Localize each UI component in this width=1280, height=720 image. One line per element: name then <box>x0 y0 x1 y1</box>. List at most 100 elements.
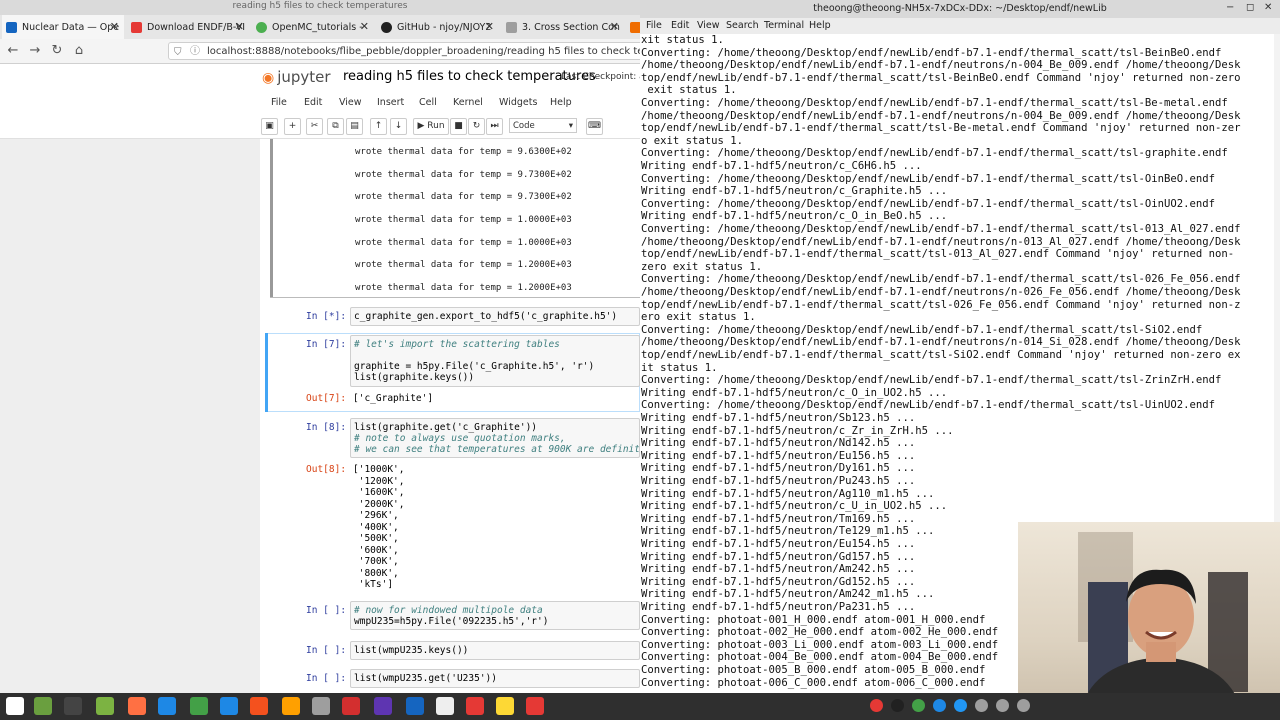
terminal-line: Writing endf-b7.1-hdf5/neutron/c_C6H6.h5… <box>641 160 922 172</box>
tab-download-endf[interactable]: Download ENDF/B-VI ✕ <box>127 15 249 39</box>
terminal-menu-terminal[interactable]: Terminal <box>764 20 804 31</box>
menu-widgets[interactable]: Widgets <box>499 97 537 108</box>
forward-icon[interactable]: → <box>26 42 44 60</box>
zoom-icon[interactable] <box>933 699 946 712</box>
terminal-line: Converting: photoat-004_Be_000.endf atom… <box>641 651 999 664</box>
terminal-line: ero exit status 1. <box>641 311 756 324</box>
copy-icon[interactable]: ⧉ <box>327 118 344 135</box>
system-monitor-icon[interactable] <box>158 697 176 715</box>
maximize-icon[interactable]: ◻ <box>1246 2 1254 13</box>
terminal-line: xit status 1. <box>641 34 724 46</box>
cell-type-select[interactable]: Code ▾ <box>509 118 577 133</box>
presentation-icon[interactable] <box>250 697 268 715</box>
add-cell-icon[interactable]: + <box>284 118 301 135</box>
terminal-line: Writing endf-b7.1-hdf5/neutron/Gd157.h5 … <box>641 550 916 563</box>
close-icon[interactable]: ✕ <box>360 20 369 33</box>
code-cell-input[interactable]: list(wmpU235.get('U235')) <box>350 669 640 688</box>
menu-insert[interactable]: Insert <box>377 97 404 108</box>
app-icon[interactable] <box>282 697 300 715</box>
back-icon[interactable]: ← <box>4 42 22 60</box>
text-editor-icon[interactable] <box>312 697 330 715</box>
code-cell-input[interactable]: list(graphite.get('c_Graphite')) # note … <box>350 418 640 458</box>
tray-icon[interactable] <box>891 699 904 712</box>
terminal-line: Writing endf-b7.1-hdf5/neutron/Am242_m1.… <box>641 588 935 601</box>
code-cell-input[interactable]: # let's import the scattering tables gra… <box>350 335 640 387</box>
terminal-menu-edit[interactable]: Edit <box>671 20 689 31</box>
restart-icon[interactable]: ↻ <box>468 118 485 135</box>
close-icon[interactable]: ✕ <box>235 20 244 33</box>
webcam-overlay <box>1018 522 1280 720</box>
terminal-menu-search[interactable]: Search <box>726 20 759 31</box>
tab-partial[interactable] <box>626 15 640 39</box>
stop-icon[interactable]: ■ <box>450 118 467 135</box>
terminal-icon[interactable] <box>64 697 82 715</box>
home-icon[interactable]: ⌂ <box>70 42 88 60</box>
close-icon[interactable]: ✕ <box>610 20 619 33</box>
tab-nuclear-data[interactable]: Nuclear Data — Ope ✕ <box>2 15 124 39</box>
network-icon[interactable] <box>996 699 1009 712</box>
run-button[interactable]: ▶ Run <box>413 118 449 135</box>
code-cell-input[interactable]: list(wmpU235.keys()) <box>350 641 640 660</box>
menu-view[interactable]: View <box>339 97 362 108</box>
fast-forward-icon[interactable]: ⏭ <box>486 118 503 135</box>
url-bar[interactable]: ⛉ ⓘ localhost:8888/notebooks/flibe_pebbl… <box>168 42 640 60</box>
app-icon[interactable] <box>466 697 484 715</box>
output-prompt: Out[8]: <box>306 464 347 475</box>
notebook-title[interactable]: reading h5 files to check temperatures <box>343 69 596 84</box>
save-icon[interactable]: ▣ <box>261 118 278 135</box>
close-icon[interactable]: ✕ <box>110 20 119 33</box>
app-icon[interactable] <box>436 697 454 715</box>
info-icon: ⓘ <box>190 46 200 57</box>
folder-icon[interactable] <box>96 697 114 715</box>
terminal-menu-view[interactable]: View <box>697 20 720 31</box>
tray-icon[interactable] <box>870 699 883 712</box>
move-up-icon[interactable]: ↑ <box>370 118 387 135</box>
bluetooth-icon[interactable] <box>954 699 967 712</box>
shield-icon: ⛉ <box>174 47 182 58</box>
move-down-icon[interactable]: ↓ <box>390 118 407 135</box>
reload-icon[interactable]: ↻ <box>48 42 66 60</box>
terminal-menu-help[interactable]: Help <box>809 20 831 31</box>
terminal-line: Writing endf-b7.1-hdf5/neutron/c_O_in_Be… <box>641 210 948 223</box>
menu-kernel[interactable]: Kernel <box>453 97 483 108</box>
firefox-icon[interactable] <box>128 697 146 715</box>
files-icon[interactable] <box>34 697 52 715</box>
menu-file[interactable]: File <box>271 97 287 108</box>
cut-icon[interactable]: ✂ <box>306 118 323 135</box>
terminal-line: /home/theoong/Desktop/endf/newLib/endf-b… <box>641 235 1241 248</box>
app-icon[interactable] <box>374 697 392 715</box>
menu-cell[interactable]: Cell <box>419 97 437 108</box>
app-icon[interactable] <box>406 697 424 715</box>
tab-openmc-tutorials[interactable]: OpenMC_tutorials - ✕ <box>252 15 374 39</box>
whatsapp-icon[interactable] <box>912 699 925 712</box>
tab-github-njoy[interactable]: GitHub - njoy/NJOY2 ✕ <box>377 15 499 39</box>
terminal-line: /home/theoong/Desktop/endf/newLib/endf-b… <box>641 336 1241 349</box>
close-icon[interactable]: ✕ <box>485 20 494 33</box>
terminal-line: top/endf/newLib/endf-b7.1-endf/thermal_s… <box>641 122 1241 135</box>
menu-edit[interactable]: Edit <box>304 97 322 108</box>
volume-icon[interactable] <box>1017 699 1030 712</box>
app-icon[interactable] <box>496 697 514 715</box>
code-cell-input[interactable]: c_graphite_gen.export_to_hdf5('c_graphit… <box>350 307 640 326</box>
document-icon[interactable] <box>220 697 238 715</box>
spreadsheet-icon[interactable] <box>190 697 208 715</box>
menu-help[interactable]: Help <box>550 97 572 108</box>
jupyter-logo[interactable]: ◉ jupyter <box>262 68 331 86</box>
terminal-menu-file[interactable]: File <box>646 20 662 31</box>
minimize-icon[interactable]: − <box>1226 2 1234 13</box>
shield-icon[interactable] <box>975 699 988 712</box>
tab-cross-section[interactable]: 3. Cross Section Con ✕ <box>502 15 624 39</box>
terminal-line: Writing endf-b7.1-hdf5/neutron/Eu154.h5 … <box>641 538 916 550</box>
output-prompt: Out[7]: <box>306 393 347 404</box>
terminal-line: Converting: /home/theoong/Desktop/endf/n… <box>641 147 1228 160</box>
close-icon[interactable]: ✕ <box>1264 2 1272 13</box>
app-icon[interactable] <box>342 697 360 715</box>
app-icon[interactable] <box>526 697 544 715</box>
output-scrollbar[interactable] <box>270 139 273 297</box>
terminal-line: Converting: /home/theoong/Desktop/endf/n… <box>641 172 1216 185</box>
keyboard-icon[interactable]: ⌨ <box>586 118 603 135</box>
menu-icon[interactable] <box>6 697 24 715</box>
terminal-line: Writing endf-b7.1-hdf5/neutron/Te129_m1.… <box>641 525 935 538</box>
paste-icon[interactable]: ▤ <box>346 118 363 135</box>
code-cell-input[interactable]: # now for windowed multipole data wmpU23… <box>350 601 640 630</box>
